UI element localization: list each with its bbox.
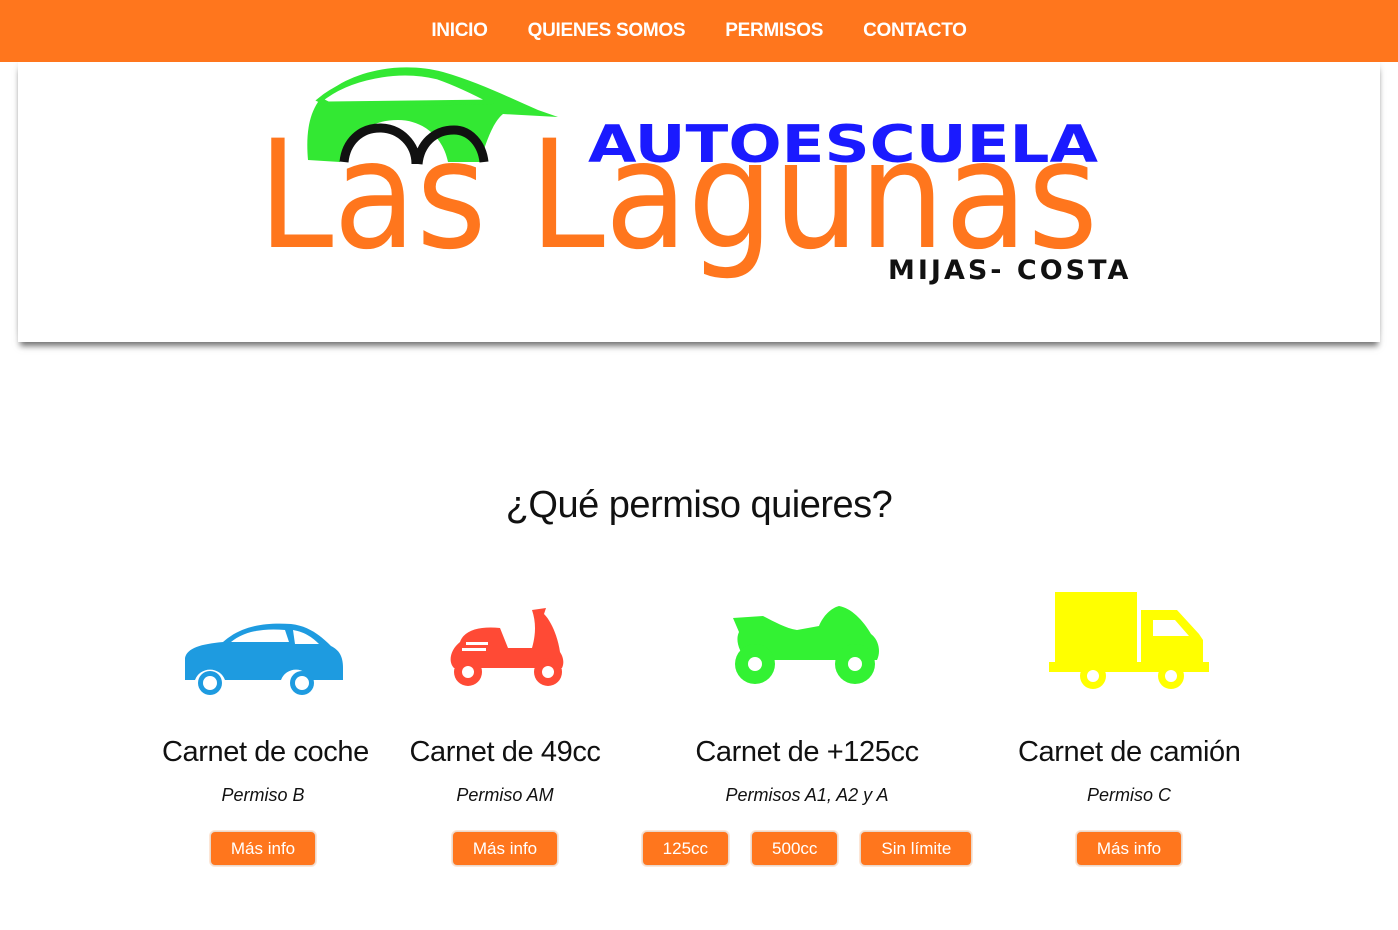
nav-inicio[interactable]: INICIO (431, 20, 488, 42)
truck-icon[interactable] (1049, 590, 1209, 690)
motorcycle-icon[interactable] (727, 600, 887, 690)
card-subtitle: Permisos A1, A2 y A (725, 785, 889, 805)
logo-mijas-costa: MIJAS- COSTA (888, 255, 1132, 286)
nav-permisos[interactable]: PERMISOS (725, 20, 823, 42)
card-buttons: Más info (404, 831, 606, 866)
section-title: ¿Qué permiso quieres? (505, 484, 893, 526)
button-125cc[interactable]: 125cc (641, 831, 730, 866)
card-title: Carnet de +125cc (695, 736, 919, 768)
nav-quienes-somos[interactable]: QUIENES SOMOS (528, 20, 686, 42)
card-subtitle: Permiso C (1086, 785, 1171, 805)
mas-info-button[interactable]: Más info (209, 831, 317, 866)
card-title: Carnet de coche (162, 736, 369, 768)
logo-car-roof (315, 70, 495, 107)
card-49cc: Carnet de 49cc Permiso AM Más info (404, 580, 606, 866)
mas-info-button[interactable]: Más info (1075, 831, 1183, 866)
card-buttons: 125cc 500cc Sin límite (640, 831, 974, 866)
card-buttons: Más info (1018, 831, 1240, 866)
card-subtitle: Permiso AM (456, 785, 554, 805)
card-subtitle: Permiso B (221, 785, 305, 805)
car-icon[interactable] (181, 608, 345, 708)
card-camion: Carnet de camión Permiso C Más info (1018, 580, 1241, 866)
top-navbar: INICIO QUIENES SOMOS PERMISOS CONTACTO (0, 0, 1398, 62)
logo-header: AUTOESCUELA Las Lagunas MIJAS- COSTA (18, 62, 1380, 342)
card-title: Carnet de 49cc (409, 736, 601, 768)
button-500cc[interactable]: 500cc (751, 831, 839, 866)
scooter-icon[interactable] (440, 602, 570, 692)
card-coche: Carnet de coche Permiso B Más info (162, 580, 369, 866)
card-title: Carnet de camión (1018, 736, 1241, 768)
nav-contacto[interactable]: CONTACTO (863, 20, 967, 42)
button-sin-limite[interactable]: Sin límite (860, 831, 973, 866)
card-125cc: Carnet de +125cc Permisos A1, A2 y A 125… (640, 580, 974, 866)
mas-info-button[interactable]: Más info (451, 831, 559, 866)
card-buttons: Más info (162, 831, 364, 866)
